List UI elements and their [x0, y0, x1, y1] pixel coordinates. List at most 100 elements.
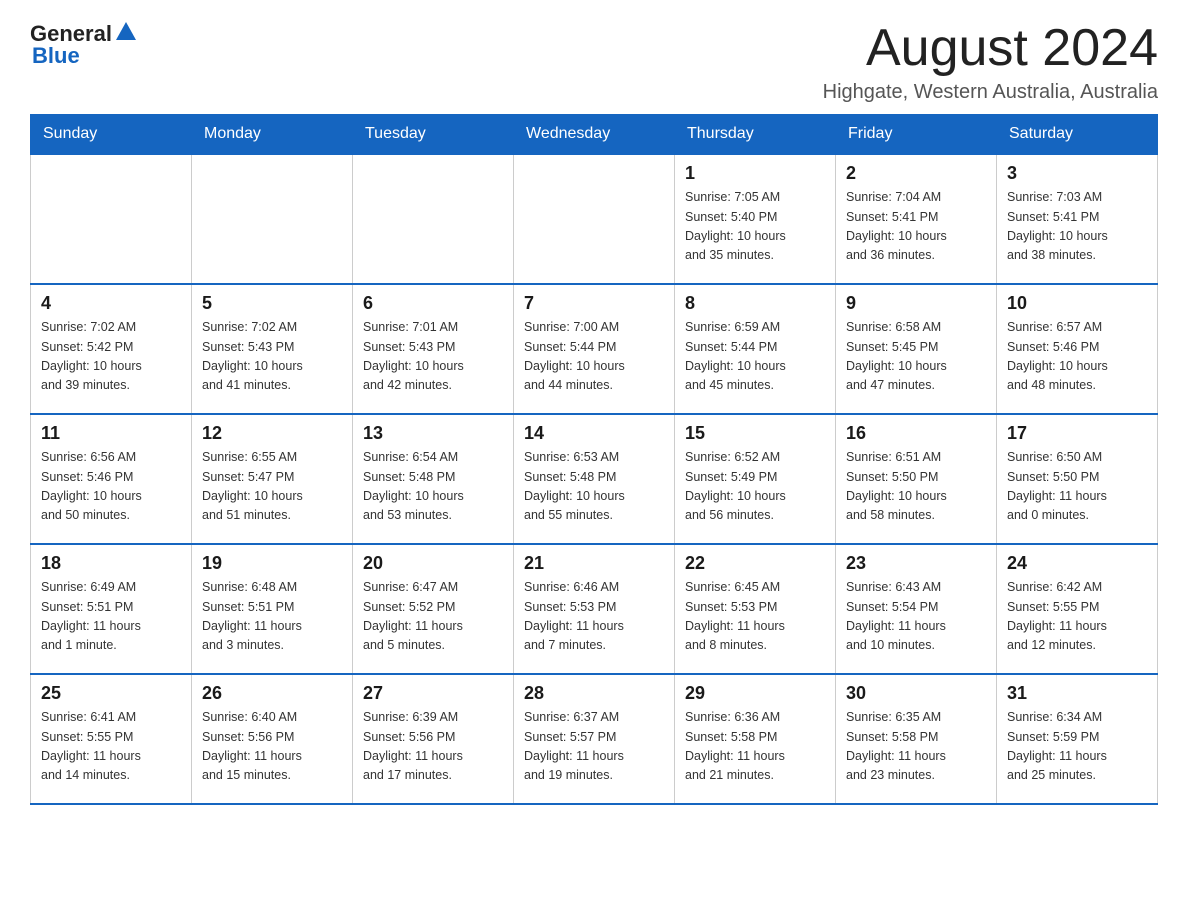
calendar-header-thursday: Thursday	[675, 115, 836, 155]
day-number: 7	[524, 293, 664, 314]
calendar-cell: 6Sunrise: 7:01 AM Sunset: 5:43 PM Daylig…	[353, 284, 514, 414]
day-number: 16	[846, 423, 986, 444]
calendar-cell: 2 Sunrise: 7:04 AM Sunset: 5:41 PM Daylig…	[836, 154, 997, 284]
calendar-cell: 16 Sunrise: 6:51 AM Sunset: 5:50 PM Dayli…	[836, 414, 997, 544]
day-info: Sunrise: 7:02 AM Sunset: 5:43 PM Dayligh…	[202, 318, 342, 396]
day-number: 13	[363, 423, 503, 444]
day-info: Sunrise: 7:00 AM Sunset: 5:44 PM Dayligh…	[524, 318, 664, 396]
day-info: Sunrise: 7:03 AM Sunset: 5:41 PM Dayligh…	[1007, 188, 1147, 266]
calendar-week-3: 11 Sunrise: 6:56 AM Sunset: 5:46 PM Dayli…	[31, 414, 1158, 544]
calendar-header-friday: Friday	[836, 115, 997, 155]
calendar-cell: 23 Sunrise: 6:43 AM Sunset: 5:54 PM Dayli…	[836, 544, 997, 674]
calendar-cell: 21Sunrise: 6:46 AM Sunset: 5:53 PM Dayli…	[514, 544, 675, 674]
calendar-header-saturday: Saturday	[997, 115, 1158, 155]
day-info: Sunrise: 6:40 AM Sunset: 5:56 PM Dayligh…	[202, 708, 342, 786]
calendar-cell: 30 Sunrise: 6:35 AM Sunset: 5:58 PM Dayli…	[836, 674, 997, 804]
day-number: 27	[363, 683, 503, 704]
day-info: Sunrise: 6:50 AM Sunset: 5:50 PM Dayligh…	[1007, 448, 1147, 526]
calendar-week-1: 1 Sunrise: 7:05 AM Sunset: 5:40 PM Daylig…	[31, 154, 1158, 284]
calendar-cell	[514, 154, 675, 284]
day-number: 11	[41, 423, 181, 444]
calendar-header-row: SundayMondayTuesdayWednesdayThursdayFrid…	[31, 115, 1158, 155]
day-number: 8	[685, 293, 825, 314]
calendar-cell: 3 Sunrise: 7:03 AM Sunset: 5:41 PM Daylig…	[997, 154, 1158, 284]
calendar-cell: 17 Sunrise: 6:50 AM Sunset: 5:50 PM Dayli…	[997, 414, 1158, 544]
day-number: 14	[524, 423, 664, 444]
day-number: 1	[685, 163, 825, 184]
month-title: August 2024	[823, 20, 1158, 77]
day-number: 17	[1007, 423, 1147, 444]
day-info: Sunrise: 7:05 AM Sunset: 5:40 PM Dayligh…	[685, 188, 825, 266]
calendar-cell: 13 Sunrise: 6:54 AM Sunset: 5:48 PM Dayli…	[353, 414, 514, 544]
calendar-cell: 24 Sunrise: 6:42 AM Sunset: 5:55 PM Dayli…	[997, 544, 1158, 674]
day-number: 24	[1007, 553, 1147, 574]
day-number: 26	[202, 683, 342, 704]
day-info: Sunrise: 6:41 AM Sunset: 5:55 PM Dayligh…	[41, 708, 181, 786]
day-info: Sunrise: 6:47 AM Sunset: 5:52 PM Dayligh…	[363, 578, 503, 656]
calendar-cell: 1 Sunrise: 7:05 AM Sunset: 5:40 PM Daylig…	[675, 154, 836, 284]
day-info: Sunrise: 6:56 AM Sunset: 5:46 PM Dayligh…	[41, 448, 181, 526]
day-number: 2	[846, 163, 986, 184]
day-info: Sunrise: 6:54 AM Sunset: 5:48 PM Dayligh…	[363, 448, 503, 526]
day-number: 22	[685, 553, 825, 574]
day-number: 5	[202, 293, 342, 314]
calendar-cell: 18 Sunrise: 6:49 AM Sunset: 5:51 PM Dayli…	[31, 544, 192, 674]
day-number: 10	[1007, 293, 1147, 314]
day-info: Sunrise: 6:58 AM Sunset: 5:45 PM Dayligh…	[846, 318, 986, 396]
day-number: 12	[202, 423, 342, 444]
calendar-week-4: 18 Sunrise: 6:49 AM Sunset: 5:51 PM Dayli…	[31, 544, 1158, 674]
day-info: Sunrise: 6:34 AM Sunset: 5:59 PM Dayligh…	[1007, 708, 1147, 786]
day-info: Sunrise: 6:48 AM Sunset: 5:51 PM Dayligh…	[202, 578, 342, 656]
calendar-cell: 20 Sunrise: 6:47 AM Sunset: 5:52 PM Dayli…	[353, 544, 514, 674]
day-number: 21	[524, 553, 664, 574]
calendar-cell: 31Sunrise: 6:34 AM Sunset: 5:59 PM Dayli…	[997, 674, 1158, 804]
calendar-cell: 28Sunrise: 6:37 AM Sunset: 5:57 PM Dayli…	[514, 674, 675, 804]
calendar-cell: 7 Sunrise: 7:00 AM Sunset: 5:44 PM Daylig…	[514, 284, 675, 414]
day-number: 28	[524, 683, 664, 704]
day-info: Sunrise: 6:42 AM Sunset: 5:55 PM Dayligh…	[1007, 578, 1147, 656]
day-info: Sunrise: 7:04 AM Sunset: 5:41 PM Dayligh…	[846, 188, 986, 266]
calendar-cell: 5 Sunrise: 7:02 AM Sunset: 5:43 PM Daylig…	[192, 284, 353, 414]
calendar-header-monday: Monday	[192, 115, 353, 155]
calendar-cell: 11 Sunrise: 6:56 AM Sunset: 5:46 PM Dayli…	[31, 414, 192, 544]
day-info: Sunrise: 6:49 AM Sunset: 5:51 PM Dayligh…	[41, 578, 181, 656]
day-number: 23	[846, 553, 986, 574]
calendar-week-2: 4 Sunrise: 7:02 AM Sunset: 5:42 PM Daylig…	[31, 284, 1158, 414]
day-info: Sunrise: 6:53 AM Sunset: 5:48 PM Dayligh…	[524, 448, 664, 526]
calendar-cell: 4 Sunrise: 7:02 AM Sunset: 5:42 PM Daylig…	[31, 284, 192, 414]
day-info: Sunrise: 7:02 AM Sunset: 5:42 PM Dayligh…	[41, 318, 181, 396]
day-number: 19	[202, 553, 342, 574]
calendar-cell: 10 Sunrise: 6:57 AM Sunset: 5:46 PM Dayli…	[997, 284, 1158, 414]
day-number: 30	[846, 683, 986, 704]
calendar-cell	[353, 154, 514, 284]
day-number: 25	[41, 683, 181, 704]
day-number: 20	[363, 553, 503, 574]
calendar-cell: 29Sunrise: 6:36 AM Sunset: 5:58 PM Dayli…	[675, 674, 836, 804]
day-number: 4	[41, 293, 181, 314]
calendar-cell	[31, 154, 192, 284]
day-number: 3	[1007, 163, 1147, 184]
calendar-cell: 15Sunrise: 6:52 AM Sunset: 5:49 PM Dayli…	[675, 414, 836, 544]
calendar-cell: 19 Sunrise: 6:48 AM Sunset: 5:51 PM Dayli…	[192, 544, 353, 674]
logo-blue-text: Blue	[32, 43, 80, 68]
day-number: 29	[685, 683, 825, 704]
day-info: Sunrise: 6:43 AM Sunset: 5:54 PM Dayligh…	[846, 578, 986, 656]
calendar-cell: 9Sunrise: 6:58 AM Sunset: 5:45 PM Daylig…	[836, 284, 997, 414]
page-header: General Blue August 2024 Highgate, Weste…	[30, 20, 1158, 104]
calendar-table: SundayMondayTuesdayWednesdayThursdayFrid…	[30, 114, 1158, 805]
calendar-cell: 8 Sunrise: 6:59 AM Sunset: 5:44 PM Daylig…	[675, 284, 836, 414]
day-info: Sunrise: 6:57 AM Sunset: 5:46 PM Dayligh…	[1007, 318, 1147, 396]
logo: General Blue	[30, 20, 136, 69]
day-info: Sunrise: 6:52 AM Sunset: 5:49 PM Dayligh…	[685, 448, 825, 526]
calendar-cell: 27 Sunrise: 6:39 AM Sunset: 5:56 PM Dayli…	[353, 674, 514, 804]
day-info: Sunrise: 6:51 AM Sunset: 5:50 PM Dayligh…	[846, 448, 986, 526]
calendar-cell: 25 Sunrise: 6:41 AM Sunset: 5:55 PM Dayli…	[31, 674, 192, 804]
logo-triangle-icon	[116, 22, 136, 47]
day-info: Sunrise: 6:39 AM Sunset: 5:56 PM Dayligh…	[363, 708, 503, 786]
day-info: Sunrise: 6:59 AM Sunset: 5:44 PM Dayligh…	[685, 318, 825, 396]
day-info: Sunrise: 7:01 AM Sunset: 5:43 PM Dayligh…	[363, 318, 503, 396]
day-info: Sunrise: 6:45 AM Sunset: 5:53 PM Dayligh…	[685, 578, 825, 656]
day-info: Sunrise: 6:35 AM Sunset: 5:58 PM Dayligh…	[846, 708, 986, 786]
title-section: August 2024 Highgate, Western Australia,…	[823, 20, 1158, 104]
day-number: 18	[41, 553, 181, 574]
